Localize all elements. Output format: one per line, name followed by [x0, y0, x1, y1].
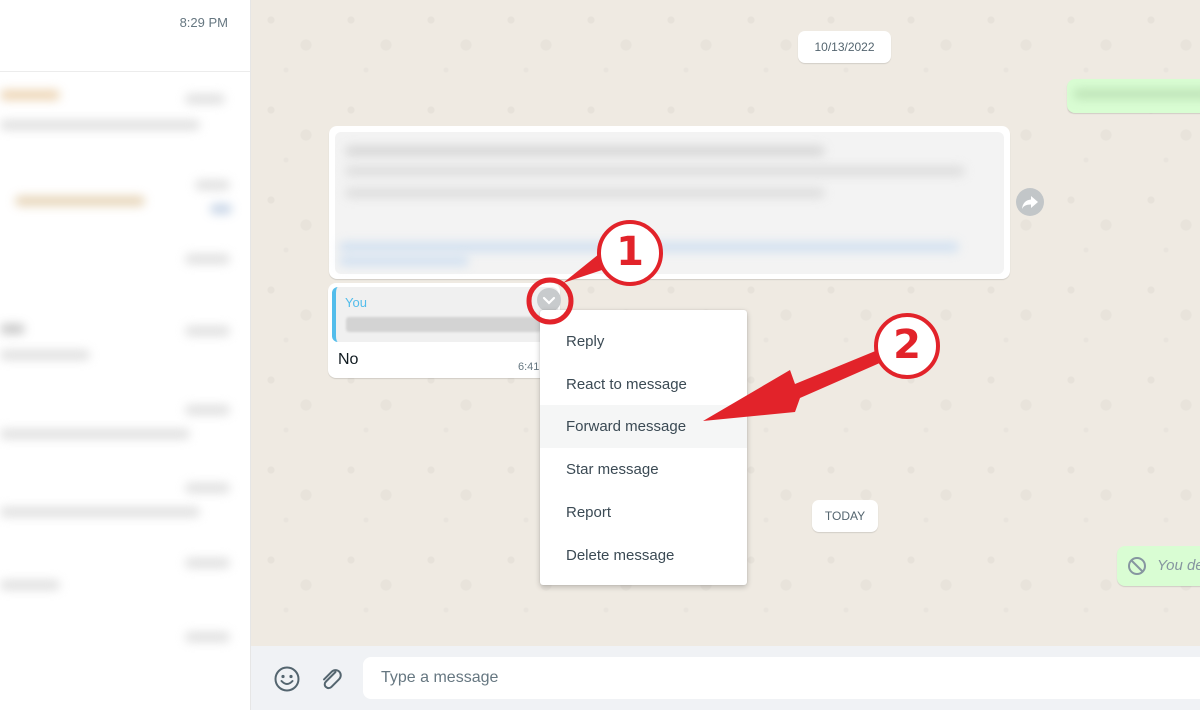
annotation-overlay	[526, 250, 898, 421]
annotation-step-2: 2	[874, 313, 940, 379]
annotation-arrow-2	[703, 343, 898, 421]
annotation-highlight-circle	[526, 277, 574, 325]
annotation-step-1: 1	[597, 220, 663, 286]
